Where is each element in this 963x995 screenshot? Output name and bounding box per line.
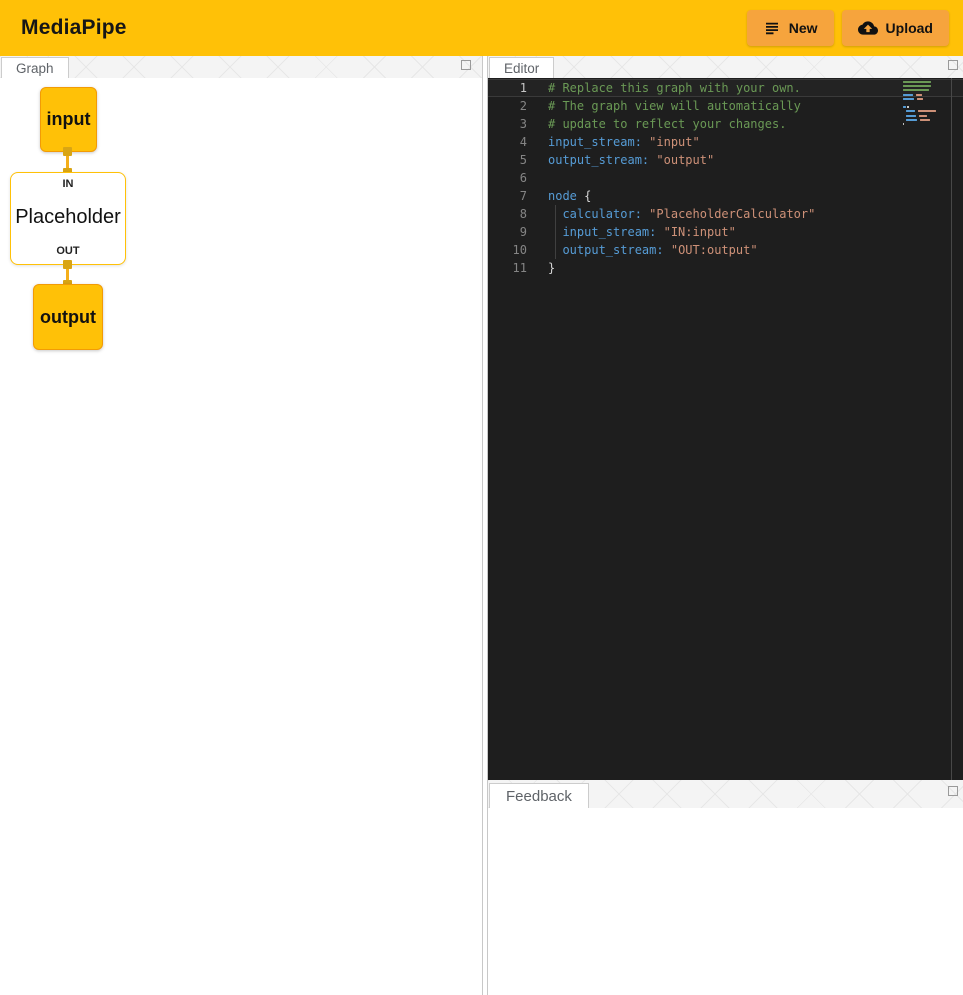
new-button-label: New: [789, 20, 818, 36]
tab-graph[interactable]: Graph: [1, 57, 69, 78]
code-row: 4input_stream: "input": [488, 133, 963, 151]
graph-node-input-label: input: [47, 109, 91, 130]
graph-node-placeholder-label: Placeholder: [15, 206, 121, 229]
code-row: 2# The graph view will automatically: [488, 97, 963, 115]
code-row: 9 input_stream: "IN:input": [488, 223, 963, 241]
code-row: 8 calculator: "PlaceholderCalculator": [488, 205, 963, 223]
upload-button-label: Upload: [886, 20, 933, 36]
graph-node-input[interactable]: input: [40, 87, 97, 152]
tab-editor-label: Editor: [504, 61, 539, 76]
tab-editor[interactable]: Editor: [489, 57, 554, 78]
graph-node-output[interactable]: output: [33, 284, 103, 350]
right-column: Editor 1# Replace this graph with your o…: [487, 56, 963, 995]
editor-panel: Editor 1# Replace this graph with your o…: [488, 56, 963, 780]
code-row: 10 output_stream: "OUT:output": [488, 241, 963, 259]
overview-ruler: [951, 78, 952, 780]
code-row: 3# update to reflect your changes.: [488, 115, 963, 133]
code-editor[interactable]: 1# Replace this graph with your own.2# T…: [488, 78, 963, 780]
code-row: 7node {: [488, 187, 963, 205]
top-app-bar: MediaPipe New Upload: [0, 0, 963, 56]
tab-feedback[interactable]: Feedback: [489, 783, 589, 808]
tab-feedback-label: Feedback: [506, 788, 572, 805]
maximize-icon[interactable]: [461, 60, 471, 70]
indent-guide: [555, 205, 556, 259]
graph-canvas[interactable]: input IN Placeholder OUT output: [0, 78, 482, 995]
graph-panel: Graph input IN Placeholder OUT output: [0, 56, 483, 995]
new-button[interactable]: New: [747, 10, 834, 46]
edge-port: [63, 147, 72, 156]
graph-node-placeholder[interactable]: IN Placeholder OUT: [10, 172, 126, 265]
maximize-icon[interactable]: [948, 60, 958, 70]
code-row: 5output_stream: "output": [488, 151, 963, 169]
graph-tabstrip: Graph: [0, 56, 482, 78]
code-row: 6: [488, 169, 963, 187]
code-row: 11}: [488, 259, 963, 277]
app-title: MediaPipe: [21, 16, 127, 40]
feedback-tabstrip: Feedback: [488, 780, 963, 808]
feedback-panel: Feedback: [488, 780, 963, 995]
subject-icon: [763, 19, 781, 37]
minimap[interactable]: [903, 81, 947, 127]
upload-button[interactable]: Upload: [842, 10, 949, 46]
maximize-icon[interactable]: [948, 786, 958, 796]
main-layout: Graph input IN Placeholder OUT output: [0, 56, 963, 995]
graph-node-output-label: output: [40, 307, 96, 328]
editor-tabstrip: Editor: [488, 56, 963, 78]
code-lines: 1# Replace this graph with your own.2# T…: [488, 78, 963, 277]
code-row: 1# Replace this graph with your own.: [488, 79, 963, 97]
cloud-upload-icon: [858, 18, 878, 38]
placeholder-out-port: OUT: [56, 245, 79, 257]
feedback-content: [488, 808, 963, 995]
edge-port: [63, 260, 72, 269]
tab-graph-label: Graph: [16, 61, 54, 76]
placeholder-in-port: IN: [63, 178, 74, 190]
